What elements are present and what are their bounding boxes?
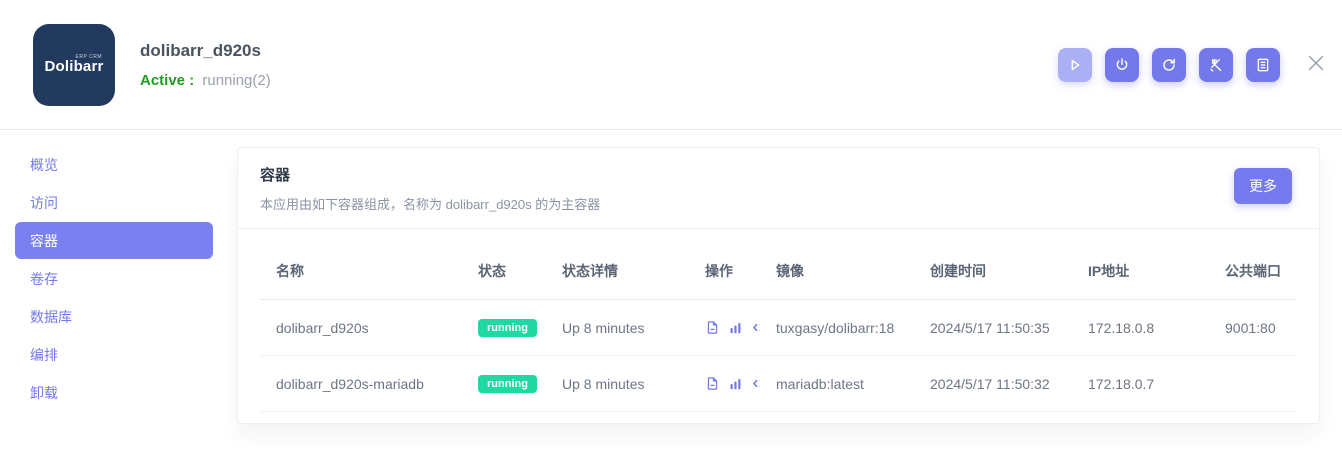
containers-table: 名称 状态 状态详情 操作 镜像 创建时间 IP地址 公共端口 dolibarr [260, 229, 1297, 412]
dolibarr-logo: Dolibarr ERP CRM [33, 24, 115, 106]
bar-chart-icon[interactable] [728, 320, 743, 335]
row-operations [705, 376, 744, 391]
code-terminal-icon[interactable] [751, 376, 760, 391]
title-block: dolibarr_d920s Active : running(2) [140, 41, 271, 89]
col-header-image: 镜像 [760, 229, 914, 300]
start-button[interactable] [1058, 48, 1092, 82]
close-icon [1305, 52, 1327, 77]
card-subtitle: 本应用由如下容器组成，名称为 dolibarr_d920s 的为主容器 [260, 194, 1297, 213]
status-label: Active : [140, 72, 194, 89]
created-time: 2024/5/17 11:50:32 [914, 356, 1072, 412]
ip-address: 172.18.0.7 [1072, 356, 1209, 412]
status-detail: Up 8 minutes [546, 356, 689, 412]
repair-tools-icon [1208, 57, 1224, 73]
logo-sup-text: ERP CRM [76, 54, 102, 60]
sidebar-item-uninstall[interactable]: 卸载 [15, 374, 213, 411]
containers-table-wrap: 名称 状态 状态详情 操作 镜像 创建时间 IP地址 公共端口 dolibarr [238, 229, 1319, 412]
main-content: 容器 本应用由如下容器组成，名称为 dolibarr_d920s 的为主容器 更… [237, 130, 1342, 460]
status-detail: Up 8 minutes [546, 300, 689, 356]
sidebar: 概览 访问 容器 卷存 数据库 编排 卸载 [0, 130, 237, 460]
col-header-status-detail: 状态详情 [546, 229, 689, 300]
card-header: 容器 本应用由如下容器组成，名称为 dolibarr_d920s 的为主容器 [238, 148, 1319, 229]
col-header-created: 创建时间 [914, 229, 1072, 300]
file-log-icon[interactable] [705, 376, 720, 391]
restart-button[interactable] [1152, 48, 1186, 82]
sidebar-item-overview[interactable]: 概览 [15, 146, 213, 183]
bar-chart-icon[interactable] [728, 376, 743, 391]
table-row: dolibarr_d920s-mariadb running Up 8 minu… [260, 356, 1297, 412]
page-title: dolibarr_d920s [140, 41, 271, 61]
logs-icon [1255, 57, 1271, 73]
ip-address: 172.18.0.8 [1072, 300, 1209, 356]
created-time: 2024/5/17 11:50:35 [914, 300, 1072, 356]
logo-text: Dolibarr [33, 58, 115, 75]
card-title: 容器 [260, 164, 1297, 185]
sidebar-item-compose[interactable]: 编排 [15, 336, 213, 373]
close-button[interactable] [1305, 52, 1327, 77]
logs-button[interactable] [1246, 48, 1280, 82]
col-header-name: 名称 [260, 229, 462, 300]
col-header-ip: IP地址 [1072, 229, 1209, 300]
containers-card: 容器 本应用由如下容器组成，名称为 dolibarr_d920s 的为主容器 更… [237, 147, 1320, 424]
public-ports [1209, 356, 1297, 412]
row-operations [705, 320, 744, 335]
public-ports: 9001:80 [1209, 300, 1297, 356]
table-header-row: 名称 状态 状态详情 操作 镜像 创建时间 IP地址 公共端口 [260, 229, 1297, 300]
container-image: mariadb:latest [760, 356, 914, 412]
sidebar-item-access[interactable]: 访问 [15, 184, 213, 221]
container-name: dolibarr_d920s-mariadb [260, 356, 462, 412]
col-header-ports: 公共端口 [1209, 229, 1297, 300]
action-toolbar [1058, 48, 1280, 82]
restart-icon [1161, 57, 1177, 73]
code-terminal-icon[interactable] [751, 320, 760, 335]
status-value: running(2) [202, 72, 270, 89]
stop-button[interactable] [1105, 48, 1139, 82]
col-header-status: 状态 [462, 229, 546, 300]
file-log-icon[interactable] [705, 320, 720, 335]
container-image: tuxgasy/dolibarr:18 [760, 300, 914, 356]
status-line: Active : running(2) [140, 72, 271, 89]
sidebar-item-volumes[interactable]: 卷存 [15, 260, 213, 297]
container-name: dolibarr_d920s [260, 300, 462, 356]
status-badge: running [478, 375, 537, 393]
repair-button[interactable] [1199, 48, 1233, 82]
sidebar-item-containers[interactable]: 容器 [15, 222, 213, 259]
app-header: Dolibarr ERP CRM dolibarr_d920s Active :… [0, 0, 1342, 130]
col-header-operations: 操作 [689, 229, 760, 300]
play-icon [1067, 57, 1083, 73]
page-body: 概览 访问 容器 卷存 数据库 编排 卸载 容器 本应用由如下容器组成，名称为 … [0, 130, 1342, 460]
status-badge: running [478, 319, 537, 337]
sidebar-item-database[interactable]: 数据库 [15, 298, 213, 335]
more-button[interactable]: 更多 [1234, 168, 1292, 204]
table-row: dolibarr_d920s running Up 8 minutes [260, 300, 1297, 356]
power-icon [1114, 57, 1130, 73]
